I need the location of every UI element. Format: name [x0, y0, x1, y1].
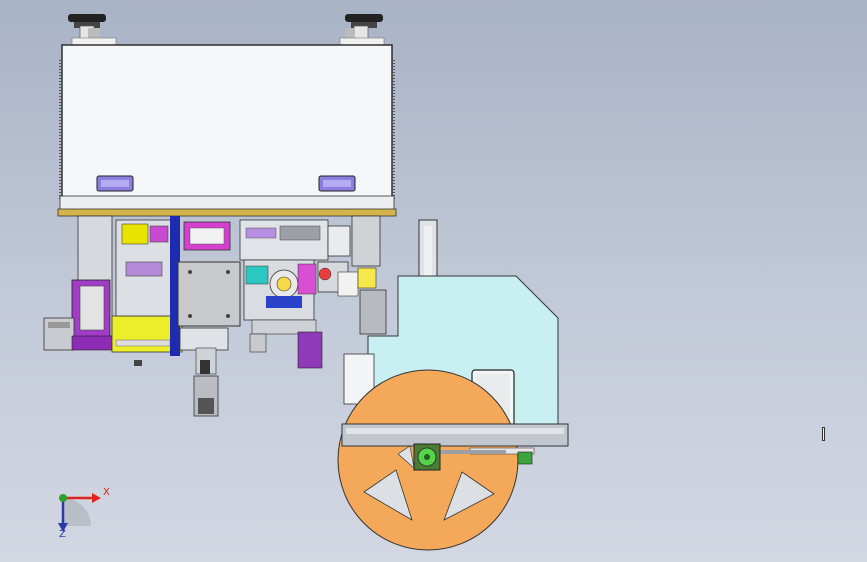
right-mounting-foot — [339, 14, 385, 47]
x-axis-label: X — [103, 487, 110, 498]
drive-hub — [413, 443, 441, 471]
assembly-model[interactable] — [0, 0, 867, 562]
left-mounting-foot — [68, 14, 117, 47]
cad-graphics-viewport[interactable]: X Z — [0, 0, 867, 562]
coordinate-triad — [58, 493, 101, 532]
main-cabinet — [57, 44, 397, 217]
z-axis-label: Z — [59, 529, 66, 540]
cursor-icon — [822, 427, 825, 441]
mechanism-assembly — [43, 215, 387, 417]
